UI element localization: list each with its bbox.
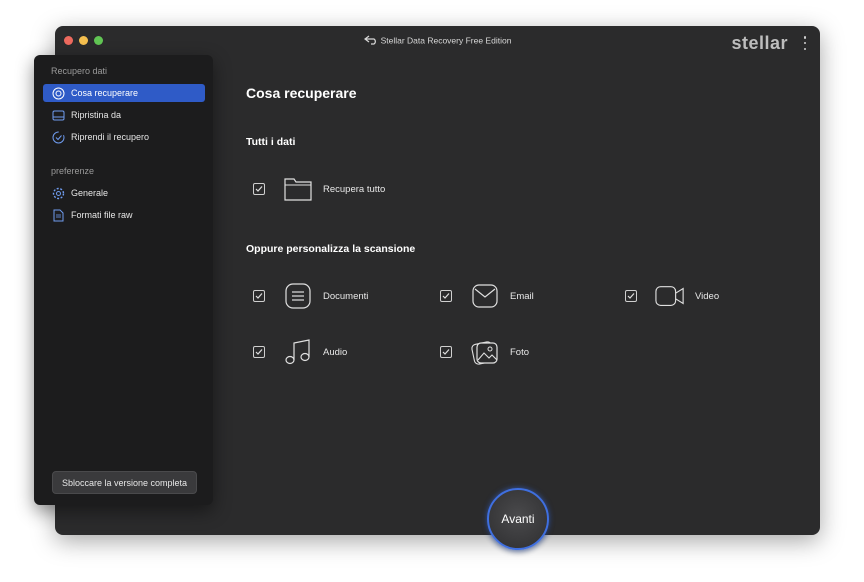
page-title: Cosa recuperare <box>246 85 357 101</box>
checkbox-checked-icon[interactable] <box>625 290 637 302</box>
checkbox-checked-icon[interactable] <box>440 290 452 302</box>
sidebar-item-riprendi-recupero[interactable]: Riprendi il recupero <box>43 128 205 146</box>
more-options-icon[interactable] <box>802 36 808 50</box>
option-label: Audio <box>323 346 348 358</box>
sidebar-item-label: Ripristina da <box>71 110 122 120</box>
video-icon <box>655 281 685 311</box>
sidebar-item-label: Formati file raw <box>71 210 133 220</box>
custom-scan-section-title: Oppure personalizza la scansione <box>246 243 416 255</box>
window-title: Stellar Data Recovery Free Edition <box>380 35 512 46</box>
file-format-icon <box>51 208 65 222</box>
checkbox-checked-icon[interactable] <box>253 346 265 358</box>
sidebar-item-formati-file-raw[interactable]: Formati file raw <box>43 206 205 224</box>
window-title-area: Stellar Data Recovery Free Edition <box>55 35 820 47</box>
option-recupera-tutto[interactable]: Recupera tutto <box>253 174 385 204</box>
recover-icon <box>51 86 65 100</box>
option-label: Recupera tutto <box>323 183 386 195</box>
option-video[interactable]: Video <box>625 281 719 311</box>
checkbox-checked-icon[interactable] <box>440 346 452 358</box>
folder-icon <box>283 174 313 204</box>
back-arrow-icon <box>363 35 378 47</box>
sidebar-item-ripristina-da[interactable]: Ripristina da <box>43 106 205 124</box>
photo-icon <box>470 337 500 367</box>
next-button[interactable]: Avanti <box>487 488 549 550</box>
sidebar-section-recovery: Recupero dati <box>51 66 108 76</box>
checkbox-checked-icon[interactable] <box>253 290 265 302</box>
option-label: Foto <box>510 346 530 358</box>
sidebar-item-label: Riprendi il recupero <box>71 132 150 142</box>
email-icon <box>470 281 500 311</box>
sidebar-item-generale[interactable]: Generale <box>43 184 205 202</box>
sidebar-item-label: Generale <box>71 188 109 198</box>
all-data-section-title: Tutti i dati <box>246 136 296 148</box>
audio-icon <box>283 337 313 367</box>
option-label: Email <box>510 290 534 302</box>
sidebar: Recupero dati Cosa recuperare Ripristina… <box>34 55 213 505</box>
title-bar: Stellar Data Recovery Free Edition stell… <box>55 26 820 56</box>
resume-icon <box>51 130 65 144</box>
option-email[interactable]: Email <box>440 281 534 311</box>
sidebar-section-preferences: preferenze <box>51 166 95 176</box>
checkbox-checked-icon[interactable] <box>253 183 265 195</box>
drive-icon <box>51 108 65 122</box>
document-icon <box>283 281 313 311</box>
option-audio[interactable]: Audio <box>253 337 347 367</box>
sidebar-item-cosa-recuperare[interactable]: Cosa recuperare <box>43 84 205 102</box>
option-label: Documenti <box>323 290 369 302</box>
unlock-full-version-button[interactable]: Sbloccare la versione completa <box>52 471 197 494</box>
sidebar-item-label: Cosa recuperare <box>71 88 139 98</box>
gear-icon <box>51 186 65 200</box>
option-foto[interactable]: Foto <box>440 337 529 367</box>
stellar-logo: stellar <box>731 33 788 53</box>
option-label: Video <box>695 290 720 302</box>
option-documenti[interactable]: Documenti <box>253 281 368 311</box>
